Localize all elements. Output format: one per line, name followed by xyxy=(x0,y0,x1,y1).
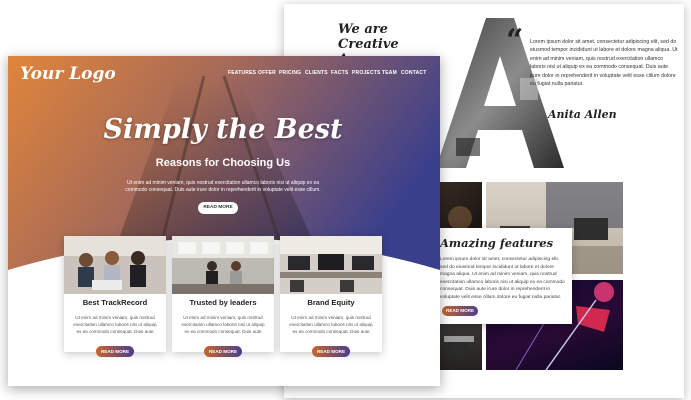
card-title: Trusted by leaders xyxy=(189,298,257,307)
card-read-more-button[interactable]: READ MORE xyxy=(96,346,134,357)
card-read-more-button[interactable]: READ MORE xyxy=(312,346,350,357)
quote-icon: “ xyxy=(506,23,524,58)
card-title: Best TrackRecord xyxy=(82,298,148,307)
card-text: Ut enim ad minim veniam, quis nostrud ex… xyxy=(289,315,373,334)
site-logo[interactable]: Your Logo xyxy=(20,64,116,84)
nav-projects[interactable]: PROJECTS xyxy=(352,70,381,76)
card-text: Ut enim ad minim veniam, quis nostrud ex… xyxy=(73,315,157,334)
card-title: Brand Equity xyxy=(307,298,355,307)
card-text: Ut enim ad minim veniam, quis nostrud ex… xyxy=(181,315,265,334)
hero-subtitle: Reasons for Choosing Us xyxy=(155,157,291,169)
hero-read-more-button[interactable]: READ MORE xyxy=(198,202,238,214)
card-read-more-button[interactable]: READ MORE xyxy=(204,346,242,357)
signature: Anita Allen xyxy=(548,108,617,121)
hero-text: Ut enim ad minim veniam, quis nostrud ex… xyxy=(125,180,321,193)
features-title: Amazing features xyxy=(440,236,554,250)
features-text: Lorem ipsum dolor sit amet, consectetur … xyxy=(440,257,565,300)
nav-contact[interactable]: CONTACT xyxy=(401,70,426,76)
nav-pricing[interactable]: PRICING xyxy=(279,70,301,76)
quote-text: Lorem ipsum dolor sit amet, consectetur … xyxy=(530,39,678,88)
card-image-office xyxy=(172,236,274,294)
feature-card-trackrecord: Best TrackRecord Ut enim ad minim veniam… xyxy=(64,236,166,352)
nav-offer[interactable]: OFFER xyxy=(258,70,276,76)
nav-features[interactable]: FEATURES xyxy=(228,70,256,76)
feature-card-trusted: Trusted by leaders Ut enim ad minim veni… xyxy=(172,236,274,352)
nav-clients[interactable]: CLIENTS xyxy=(305,70,328,76)
hero-title: Simply the Best xyxy=(103,114,343,145)
nav-facts[interactable]: FACTS xyxy=(331,70,348,76)
features-read-more-button[interactable]: READ MORE xyxy=(442,306,478,316)
front-page-mockup: Your Logo FEATURES OFFER PRICING CLIENTS… xyxy=(8,56,440,386)
card-image-team xyxy=(64,236,166,294)
feature-card-brand: Brand Equity Ut enim ad minim veniam, qu… xyxy=(280,236,382,352)
features-card: Amazing features Lorem ipsum dolor sit a… xyxy=(432,228,572,324)
card-image-workspace xyxy=(280,236,382,294)
nav-team[interactable]: TEAM xyxy=(382,70,397,76)
